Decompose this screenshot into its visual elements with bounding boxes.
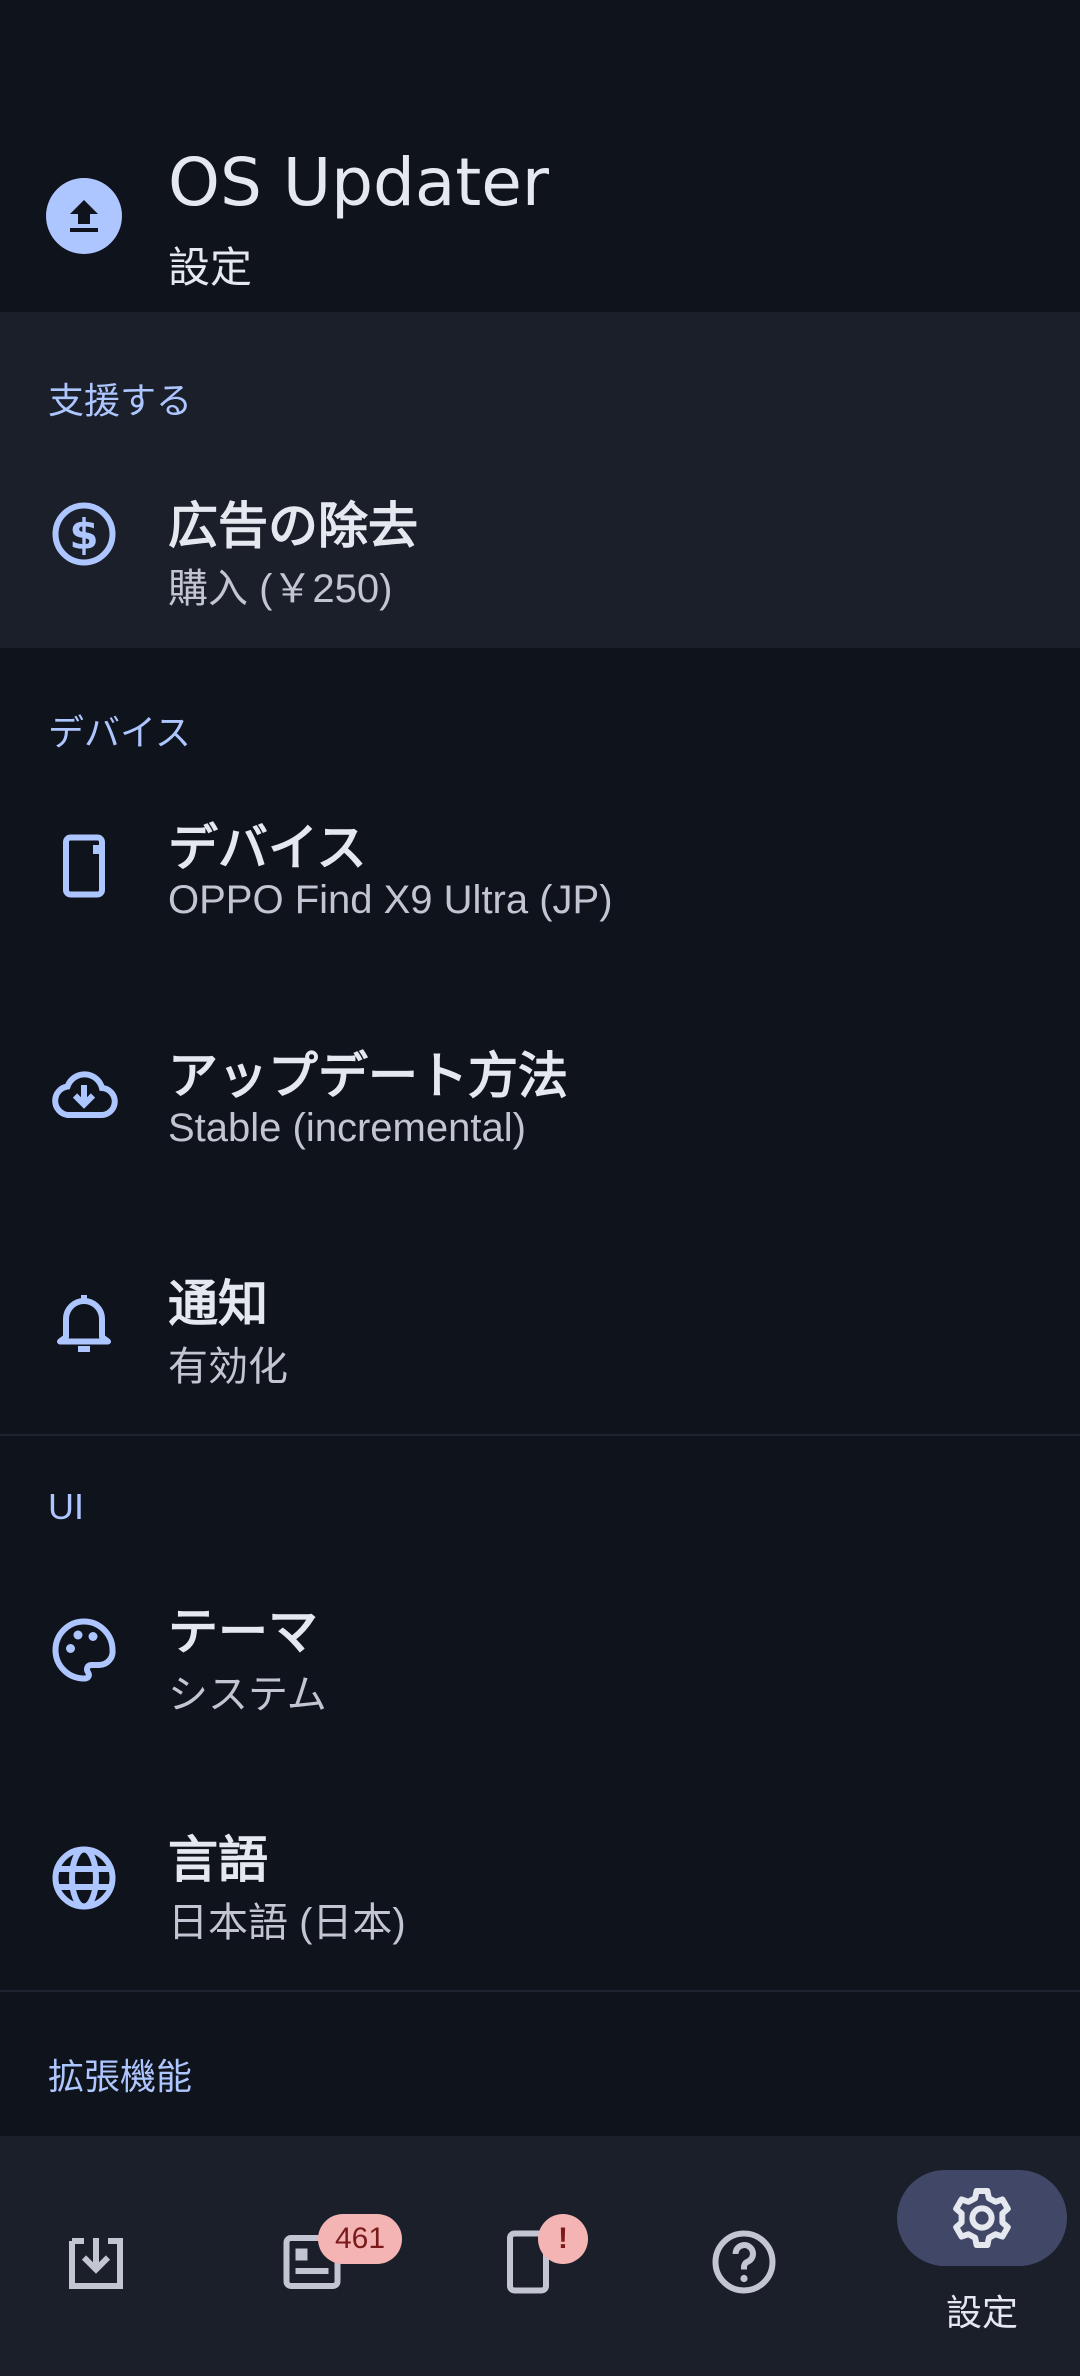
remove-ads-row[interactable]: $ 広告の除去 購入 (￥250) [0, 420, 1080, 648]
language-subtitle: 日本語 (日本) [168, 1901, 406, 1945]
globe-icon [48, 1842, 120, 1914]
nav-device[interactable]: ! [432, 2136, 648, 2376]
nav-settings-label: 設定 [945, 2292, 1018, 2333]
update-method-title: アップデート方法 [168, 1048, 568, 1104]
divider [0, 1990, 1080, 1992]
theme-subtitle: システム [168, 1673, 327, 1717]
device-subtitle: OPPO Find X9 Ultra (JP) [168, 878, 613, 922]
device-row[interactable]: デバイス OPPO Find X9 Ultra (JP) [0, 752, 1080, 980]
notification-row[interactable]: 通知 有効化 [0, 1208, 1080, 1436]
news-badge: 461 [318, 2214, 402, 2264]
remove-ads-subtitle: 購入 (￥250) [168, 567, 393, 611]
nav-settings[interactable]: 設定 [897, 2136, 1080, 2376]
device-badge: ! [538, 2214, 588, 2264]
upload-icon [46, 178, 122, 254]
bell-icon [48, 1286, 120, 1358]
nav-news[interactable]: 461 [216, 2136, 432, 2376]
help-icon [708, 2226, 780, 2298]
app-header: OS Updater 設定 [0, 0, 1080, 312]
divider [0, 1434, 1080, 1436]
nav-downloads[interactable] [0, 2136, 216, 2376]
app-title: OS Updater [168, 144, 549, 221]
section-label-support: 支援する [48, 380, 193, 421]
bottom-navigation: 461 ! 設定 [0, 2136, 1080, 2376]
language-row[interactable]: 言語 日本語 (日本) [0, 1764, 1080, 1992]
download-icon [60, 2226, 132, 2298]
cloud-download-icon [48, 1058, 120, 1130]
theme-row[interactable]: テーマ システム [0, 1536, 1080, 1764]
dollar-icon: $ [48, 498, 120, 570]
palette-icon [48, 1614, 120, 1686]
device-title: デバイス [168, 820, 367, 876]
language-title: 言語 [168, 1832, 268, 1888]
theme-title: テーマ [168, 1604, 318, 1660]
notification-subtitle: 有効化 [168, 1345, 288, 1389]
remove-ads-title: 広告の除去 [168, 498, 418, 554]
notification-title: 通知 [168, 1276, 268, 1332]
phone-icon [48, 830, 120, 902]
update-method-row[interactable]: アップデート方法 Stable (incremental) [0, 980, 1080, 1208]
section-label-ui: UI [48, 1486, 84, 1527]
settings-icon [953, 2188, 1011, 2248]
nav-help[interactable] [648, 2136, 864, 2376]
section-support: 支援する $ 広告の除去 購入 (￥250) [0, 312, 1080, 648]
section-label-extensions: 拡張機能 [48, 2056, 193, 2097]
svg-text:$: $ [69, 510, 98, 559]
page-subtitle: 設定 [168, 244, 253, 291]
active-indicator [897, 2170, 1067, 2266]
update-method-subtitle: Stable (incremental) [168, 1106, 526, 1150]
section-label-device: デバイス [48, 712, 191, 753]
